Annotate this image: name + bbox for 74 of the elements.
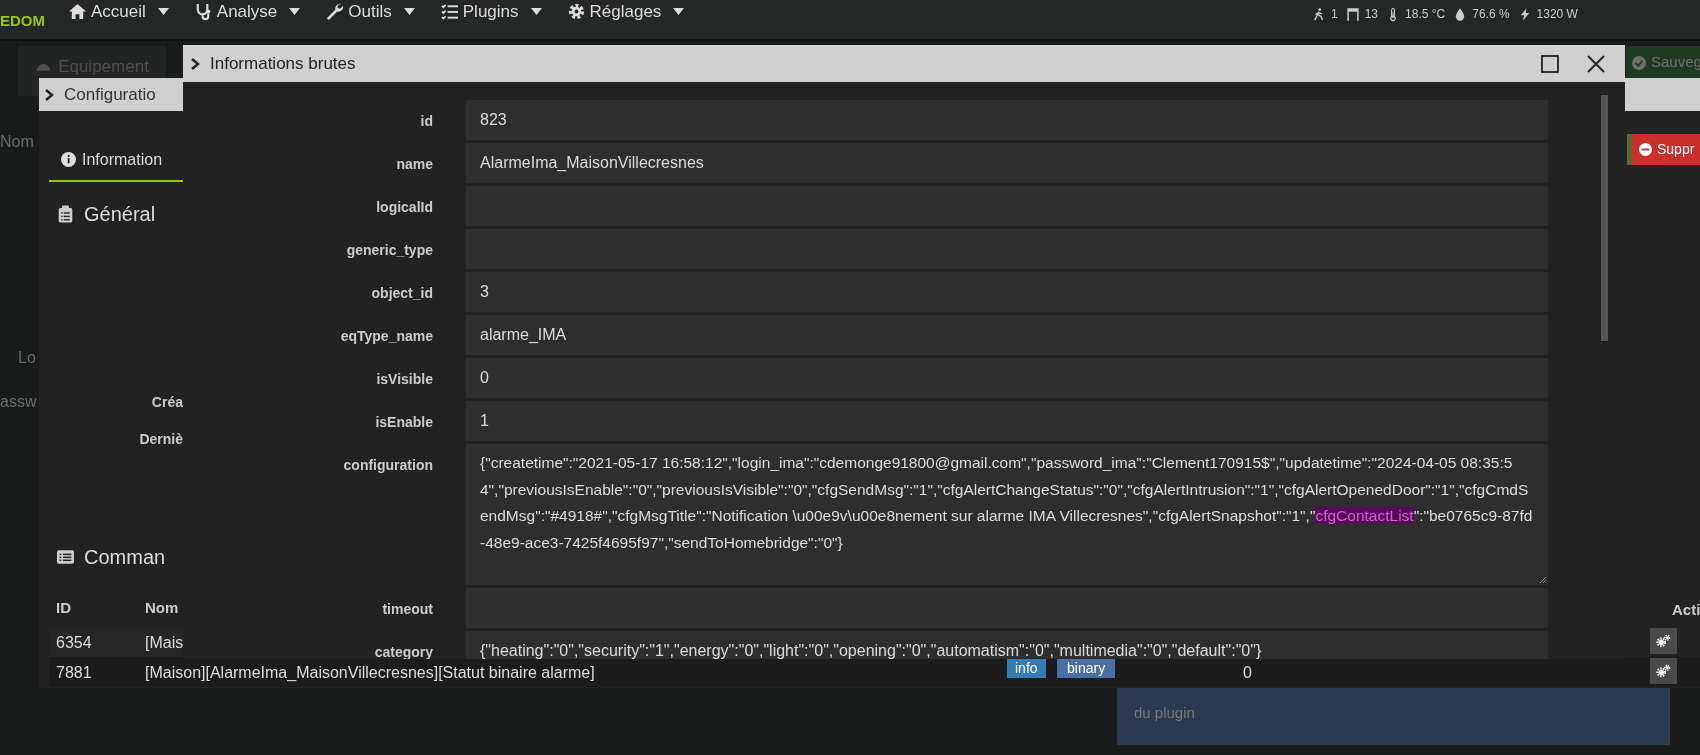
field-label: Derniè bbox=[139, 430, 183, 449]
field-label: eqType_name bbox=[339, 327, 433, 346]
wrench-icon bbox=[325, 1, 345, 21]
clipboard-icon bbox=[57, 204, 74, 224]
menu-item[interactable]: Accueil bbox=[68, 1, 169, 21]
status-value: 18.5 °C bbox=[1405, 6, 1446, 23]
chevron-icon bbox=[191, 57, 200, 70]
list-icon bbox=[57, 547, 74, 567]
close-button[interactable] bbox=[1587, 54, 1605, 73]
text-area[interactable]: {"createtime":"2021-05-17 16:58:12","login_ima":"cdemonge91800@gmail.com","password_ima":"Clement170915$","updatetime":"2024-04-05 08:35:54","previousIsEnable":"0","previousIsVisible":"0","cfgSendMsg":"1","cfgAlertChangeStatus":"0","cfgAlertIntrusion":"1","cfgAlertOpenedDoor":"1","cfgCmdSendMsg":"#4918#","cfgMsgTitle":"Notification \u00e9v\u00e8nement sur alarme IMA Villecresnes","cfgAlertSnapshot":"1","cfgContactList":"be0765c9-87fd-48e9-ace3-7425f4695f97","sendToHomebridge":"0"} bbox=[466, 444, 1548, 585]
door-frame-icon bbox=[1345, 6, 1360, 22]
field-label: logicalId bbox=[375, 198, 433, 217]
input-field[interactable]: 823 bbox=[466, 100, 1548, 140]
column-header: ID bbox=[56, 598, 71, 618]
field-label: Créa bbox=[151, 393, 183, 412]
minus-circle-icon bbox=[1639, 143, 1652, 156]
walking-person-icon bbox=[1312, 6, 1326, 22]
chevron-icon bbox=[45, 88, 54, 101]
table-cell-text: [Mais bbox=[145, 633, 184, 653]
form-label: Lo bbox=[18, 348, 36, 368]
menu-item[interactable]: Analyse bbox=[193, 1, 301, 21]
highlighted-text: cfgContactList bbox=[1315, 507, 1414, 524]
status-value: 13 bbox=[1364, 6, 1379, 23]
form-label: Nom bbox=[0, 132, 34, 152]
field-label: isEnable bbox=[374, 413, 433, 432]
field-label: isVisible bbox=[375, 370, 433, 389]
caret-icon bbox=[403, 7, 415, 15]
gears-icon bbox=[1655, 633, 1672, 649]
field-label: object_id bbox=[370, 284, 433, 303]
resize-grip-icon bbox=[1539, 576, 1547, 584]
input-field[interactable]: AlarmeIma_MaisonVillecresnes bbox=[466, 143, 1548, 183]
table-cell-text: 6354 bbox=[56, 633, 92, 653]
settings-button[interactable] bbox=[1650, 658, 1677, 684]
input-field[interactable]: 0 bbox=[466, 358, 1548, 398]
status-value: 1320 W bbox=[1536, 6, 1578, 23]
check-circle-icon bbox=[1632, 55, 1646, 70]
home-icon bbox=[68, 1, 87, 21]
logo-text: EDOM bbox=[0, 11, 45, 31]
status-value: 76.6 % bbox=[1472, 6, 1510, 23]
dialog-title: Informations brutes bbox=[210, 52, 357, 75]
status-value: 1 bbox=[1331, 6, 1338, 23]
gears-icon bbox=[1655, 663, 1672, 679]
field-label: id bbox=[419, 112, 433, 131]
column-header: Nom bbox=[145, 598, 179, 618]
table-cell-text: [Maison][AlarmeIma_MaisonVillecresnes][Statut binaire alarme] bbox=[145, 663, 595, 683]
caret-icon bbox=[673, 7, 685, 15]
field-label: generic_type bbox=[345, 241, 433, 260]
field-label: configuration bbox=[342, 456, 433, 475]
input-field[interactable]: {"heating":"0","security":"1","energy":"0","light":"0","opening":"0","automatism":"0","multimedia":"0","default":"0"} bbox=[466, 631, 1548, 659]
field-label: category bbox=[373, 643, 433, 659]
settings-button[interactable] bbox=[1650, 628, 1677, 654]
column-header: Acti bbox=[1672, 600, 1700, 620]
info-icon bbox=[61, 152, 76, 167]
caret-icon bbox=[530, 7, 542, 15]
caret-icon bbox=[157, 7, 169, 15]
section-heading: Général bbox=[84, 202, 156, 227]
section-heading: Comman bbox=[84, 545, 166, 570]
menu-item[interactable]: Réglages bbox=[566, 1, 685, 21]
tooltip-text: du plugin bbox=[1134, 705, 1196, 720]
table-cell-text: 7881 bbox=[56, 663, 92, 683]
input-field[interactable]: 1 bbox=[466, 401, 1548, 441]
type-tag: info bbox=[1007, 658, 1046, 678]
menu-item[interactable]: Outils bbox=[325, 1, 415, 21]
input-field[interactable]: alarme_IMA bbox=[466, 315, 1548, 355]
field-label: name bbox=[395, 155, 433, 174]
menu-item[interactable]: Plugins bbox=[439, 1, 542, 21]
maximize-button[interactable] bbox=[1541, 54, 1559, 73]
delete-button[interactable]: Suppr bbox=[1627, 134, 1700, 165]
table-cell-text: 0 bbox=[1243, 663, 1252, 683]
form-label: assw bbox=[0, 392, 37, 412]
field-label: timeout bbox=[381, 600, 433, 619]
subtype-tag: binary bbox=[1057, 658, 1116, 678]
input-field[interactable]: 3 bbox=[466, 272, 1548, 312]
caret-icon bbox=[289, 7, 301, 15]
